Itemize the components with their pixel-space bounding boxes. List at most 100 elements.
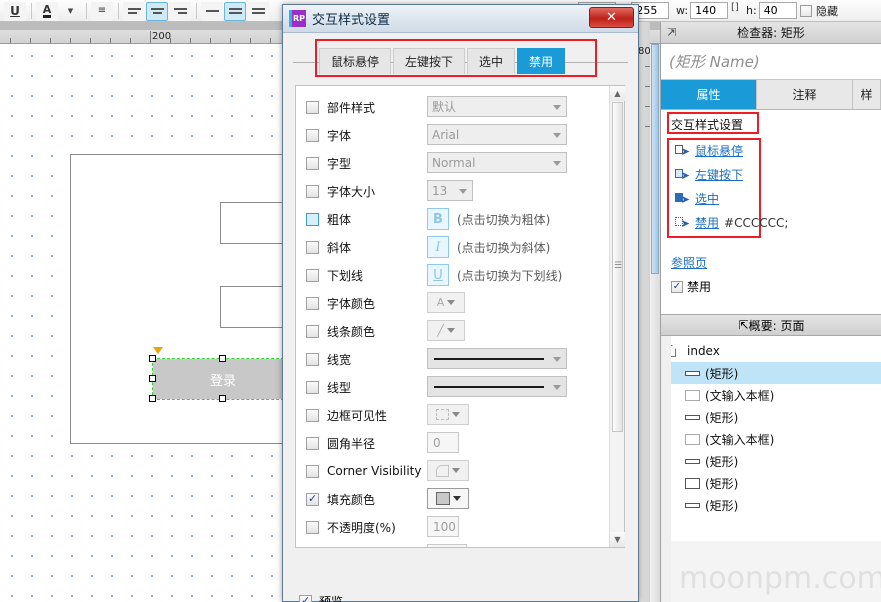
control-line-color[interactable]: ╱ [427,320,465,341]
style-form-scrollview[interactable]: 部件样式 默认 字体 Arial 字型 Normal 字体大小 13 粗体 B … [296,86,610,547]
tab-notes[interactable]: 注释 [757,80,853,109]
tree-node-rect-1[interactable]: (矩形) [661,362,881,384]
checkbox-font-color[interactable] [306,296,319,310]
disable-checkbox-row[interactable]: 禁用 [671,278,711,295]
form-scrollbar[interactable]: ▲ ☰ ▼ [609,86,625,547]
font-color-icon[interactable]: A [36,1,58,21]
checkbox-underline[interactable] [306,268,319,282]
rotate-handle[interactable] [153,347,163,354]
toggle-italic-icon[interactable]: I [427,236,449,258]
control-fill-color[interactable] [427,488,469,509]
row-font-style[interactable]: 字型 [306,152,351,174]
row-bold[interactable]: 粗体 [306,208,351,230]
resize-handle-n[interactable] [219,355,226,362]
canvas-vertical-scrollbar[interactable] [650,44,660,602]
style-row-disabled[interactable]: ➤ 禁用 #CCCCCC; [675,214,788,231]
checkbox-line-style[interactable] [306,380,319,394]
row-line-style[interactable]: 线型 [306,376,351,398]
underline-icon[interactable]: U [4,1,26,21]
line-style-preview[interactable] [427,376,567,397]
h-value[interactable]: 40 [758,2,797,19]
row-underline[interactable]: 下划线 [306,264,363,286]
corner-visibility-picker-icon[interactable] [427,460,469,481]
valign-top-icon[interactable] [201,1,223,21]
checkbox-opacity[interactable] [306,520,319,534]
input-opacity[interactable]: 100 [427,516,459,537]
line-color-picker-icon[interactable]: ╱ [427,320,465,341]
control-opacity[interactable]: 100 [427,516,459,537]
checkbox-line-width[interactable] [306,352,319,366]
scroll-up-icon[interactable]: ▲ [610,86,625,101]
tab-styles[interactable]: 样 [853,80,881,109]
font-color-dropdown[interactable]: ▼ [59,2,81,21]
checkbox-fill-color[interactable] [306,492,319,506]
row-font-size[interactable]: 字体大小 [306,180,375,202]
tree-node-rect-2[interactable]: (矩形) [661,406,881,428]
tree-node-rect-4[interactable]: (矩形) [661,472,881,494]
preview-checkbox-row[interactable]: 预览 [299,593,343,602]
close-icon[interactable]: ✕ [589,7,634,28]
line-width-preview[interactable] [427,348,567,369]
select-font-style[interactable]: Normal [427,152,567,173]
select-font-size[interactable]: 13 [427,180,473,201]
resize-handle-w[interactable] [149,375,156,382]
checkbox-line-color[interactable] [306,324,319,338]
control-font-size[interactable]: 13 [427,180,473,201]
height-field[interactable]: h: 40 [746,2,797,19]
hidden-checkbox[interactable]: 隐藏 [800,3,838,19]
style-row-selected[interactable]: ➤ 选中 [675,190,719,207]
hidden-checkbox-box[interactable] [800,5,812,17]
row-font-color[interactable]: 字体颜色 [306,292,375,314]
tree-node-rect-3[interactable]: (矩形) [661,450,881,472]
link-dimensions-icon[interactable]: [] [731,2,739,13]
border-visibility-picker-icon[interactable] [427,404,469,425]
control-line-style[interactable] [427,376,567,397]
tree-node-index[interactable]: index [661,340,881,362]
checkbox-font[interactable] [306,128,319,142]
resize-handle-s[interactable] [219,395,226,402]
select-font[interactable]: Arial [427,124,567,145]
control-widget-style[interactable]: 默认 [427,96,567,117]
resize-handle-nw[interactable] [149,355,156,362]
resize-handle-sw[interactable] [149,395,156,402]
align-right-icon[interactable] [169,1,191,21]
select-widget-style[interactable]: 默认 [427,96,567,117]
align-center-icon[interactable] [146,1,168,21]
control-corner-radius[interactable]: 0 [427,432,459,453]
disable-checkbox[interactable] [671,280,683,293]
row-corner-visibility[interactable]: Corner Visibility [306,460,421,482]
style-link-selected[interactable]: 选中 [695,190,719,207]
tree-node-textfield-1[interactable]: (文输入本框) [661,384,881,406]
row-border-visibility[interactable]: 边框可见性 [306,404,387,426]
tab-properties[interactable]: 属性 [661,80,757,109]
control-italic[interactable]: I (点击切换为斜体) [427,236,550,258]
input-corner-radius[interactable]: 0 [427,432,459,453]
checkbox-widget-style[interactable] [306,100,319,114]
outline-collapse-arrow-icon[interactable]: ⇱ [739,318,749,332]
row-line-width[interactable]: 线宽 [306,348,351,370]
valign-bottom-icon[interactable] [247,1,269,21]
align-left-icon[interactable] [123,1,145,21]
outline-scrollbar[interactable] [661,336,671,602]
style-link-mousedown[interactable]: 左键按下 [695,166,743,183]
style-row-hover[interactable]: ➤ 鼠标悬停 [675,142,743,159]
checkbox-font-style[interactable] [306,156,319,170]
toggle-underline-icon[interactable]: U [427,264,449,286]
checkbox-border-visibility[interactable] [306,408,319,422]
fill-color-picker-icon[interactable] [427,488,469,509]
w-value[interactable]: 140 [690,2,729,19]
checkbox-bold[interactable] [306,212,319,226]
row-opacity[interactable]: 不透明度(%) [306,516,396,538]
width-field[interactable]: w: 140 [676,2,729,19]
row-fill-color[interactable]: 填充颜色 [306,488,375,510]
row-line-color[interactable]: 线条颜色 [306,320,375,342]
style-link-disabled[interactable]: 禁用 [695,214,719,231]
tree-node-rect-5[interactable]: (矩形) [661,494,881,516]
control-border-visibility[interactable] [427,404,469,425]
control-font[interactable]: Arial [427,124,567,145]
reference-page-link[interactable]: 参照页 [671,254,707,271]
font-color-picker-icon[interactable]: A [427,292,465,313]
style-link-hover[interactable]: 鼠标悬停 [695,142,743,159]
control-font-style[interactable]: Normal [427,152,567,173]
control-underline[interactable]: U (点击切换为下划线) [427,264,562,286]
